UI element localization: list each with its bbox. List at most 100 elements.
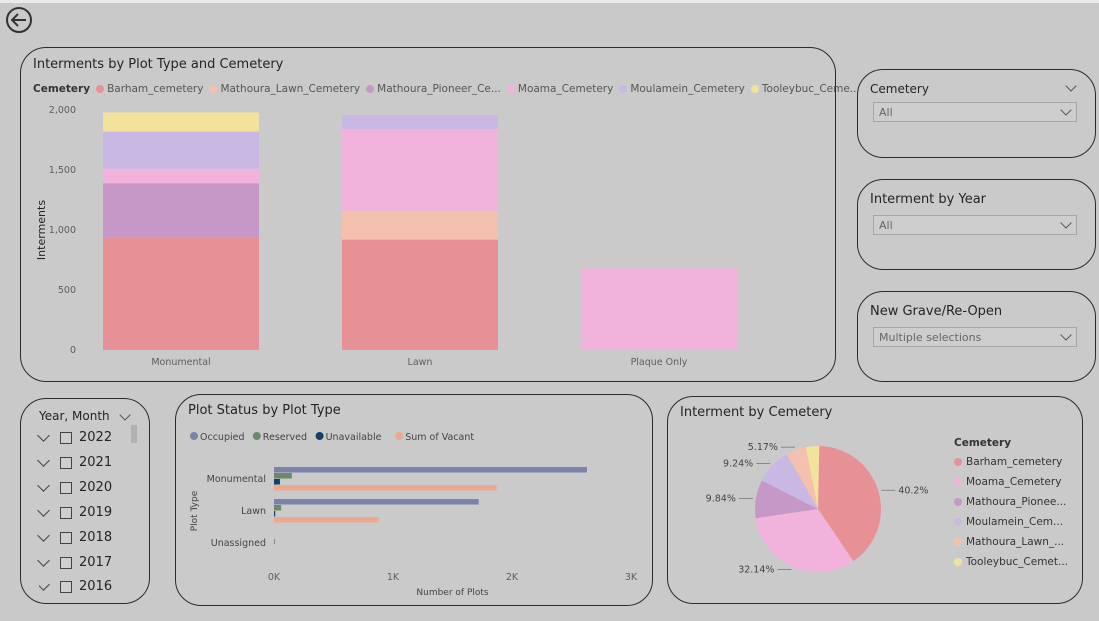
y-tick-label: 0 [70,345,76,356]
interment-pie-panel[interactable]: Interment by Cemetery 40.2% 32.14% 9.84% 9.… [667,396,1083,604]
legend-item[interactable]: Occupied [190,432,245,443]
legend-item[interactable]: Mathoura_Pionee... [954,496,1068,508]
year-label: 2016 [79,580,113,593]
grave-reopen-slicer: New Grave/Re-Open Multiple selections [857,291,1096,382]
bar-segment-moama-cemetery[interactable] [103,168,259,184]
year-checkbox[interactable] [60,580,72,593]
year-label: 2020 [79,480,113,495]
legend-item[interactable]: Barham_cemetery [954,456,1068,468]
data-label: 5.17% [748,442,778,453]
bar-sum-of-vacant[interactable] [274,485,497,491]
legend-item[interactable]: Moama_Cemetery [954,476,1068,488]
y-axis-label: Plot Type [190,490,200,531]
legend-dot [315,432,324,440]
y-tick-label: Unassigned [211,538,266,549]
bar-segment-moulamein-cemetery[interactable] [342,114,498,130]
legend-label: Tooleybuc_Cemet... [966,556,1069,568]
bar-segment-barham-cemetery[interactable] [342,239,498,350]
x-tick-label: 1K [387,572,400,583]
cemetery-dropdown[interactable]: All [873,102,1077,122]
year-row[interactable]: 2016 [39,580,112,593]
data-label: 32.14% [738,564,774,575]
bar-segment-barham-cemetery[interactable] [103,237,259,350]
bar-occupied[interactable] [274,467,587,473]
year-row[interactable]: 2022 [37,428,113,445]
legend-item[interactable]: Sum of Vacant [395,432,474,443]
year-checkbox[interactable] [60,531,72,544]
top-border [0,0,1099,3]
year-checkbox[interactable] [60,456,72,469]
interment-year-title: Interment by Year [870,192,987,207]
expand-chevron-icon[interactable] [37,528,50,542]
bar-segment-tooleybuc-ceme[interactable] [103,112,259,132]
data-label: 9.24% [723,458,753,469]
year-checkbox[interactable] [60,506,72,519]
legend-label: Mathoura_Pionee... [966,496,1067,508]
year-row[interactable]: 2021 [37,453,113,470]
bar-unavailable[interactable] [274,479,280,485]
legend-dot [954,518,962,526]
bar-sum-of-vacant[interactable] [274,517,379,523]
back-button[interactable] [6,7,32,33]
bar-segment-mathoura-pioneer-ce[interactable] [103,183,259,238]
pie-chart-title: Interment by Cemetery [680,405,833,420]
horizontal-bar-chart[interactable]: Occupied Reserved Unavailable Sum of Vacant… [176,423,650,603]
year-row[interactable]: 2020 [37,478,113,495]
bar-segment-mathoura-lawn-cemetery[interactable] [342,210,498,240]
pie-legend[interactable]: Cemetery Barham_cemetery Moama_Cemetery Mat… [954,437,1068,576]
expand-chevron-icon[interactable] [39,580,50,591]
expand-chevron-icon[interactable] [37,503,50,517]
y-tick-label: Lawn [241,506,266,517]
x-tick-label: 3K [625,572,638,583]
year-row[interactable]: 2017 [37,553,112,570]
expand-chevron-icon[interactable] [37,478,50,492]
year-checkbox[interactable] [60,481,72,494]
legend-label: Moama_Cemetery [966,476,1062,488]
y-tick-label: Monumental [207,474,266,485]
back-arrow-icon [11,13,26,27]
bar-reserved[interactable] [274,473,292,479]
legend-item[interactable]: Reserved [252,432,307,443]
bar-occupied[interactable] [274,499,479,505]
bar-unavailable[interactable] [274,511,276,517]
cemetery-slicer-title: Cemetery [870,82,929,96]
legend-item[interactable]: Mathoura_Lawn_... [954,536,1068,548]
expand-chevron-icon[interactable] [37,428,50,442]
pie-chart[interactable]: 40.2% 32.14% 9.84% 9.24% 5.17% [668,421,948,601]
stacked-bar-chart[interactable]: 2,000 1,500 1,000 500 0 Interments Monumental L… [21,88,833,378]
chevron-down-icon [1060,217,1072,229]
chevron-down-icon [1060,104,1072,116]
bar-segment-moama-cemetery[interactable] [581,268,737,350]
scrollbar[interactable] [131,425,137,443]
year-row[interactable]: 2019 [37,503,113,520]
legend-item[interactable]: Tooleybuc_Cemet... [954,556,1068,568]
year-checkbox[interactable] [60,431,72,444]
year-row[interactable]: 2018 [37,528,113,545]
interment-year-dropdown[interactable]: All [873,215,1077,235]
legend-dot [395,432,404,440]
bar-reserved[interactable] [274,505,282,511]
expand-chevron-icon[interactable] [37,553,50,567]
chevron-down-icon[interactable] [119,409,131,421]
year-checkbox[interactable] [60,556,72,569]
year-label: 2021 [79,455,113,470]
legend-item[interactable]: Unavailable [315,432,382,443]
interment-year-slicer: Interment by Year All [857,179,1096,270]
legend-item[interactable]: Moulamein_Cem... [954,516,1068,528]
bar-segment-moama-cemetery[interactable] [342,129,498,211]
plot-status-panel[interactable]: Plot Status by Plot Type Occupied Reserve… [175,394,653,606]
year-label: 2019 [79,505,113,520]
expand-chevron-icon[interactable] [37,453,50,467]
year-label: 2018 [79,530,113,545]
data-label: 9.84% [706,493,736,504]
grave-reopen-dropdown[interactable]: Multiple selections [873,327,1077,347]
year-month-title: Year, Month [39,409,110,423]
status-chart-title: Plot Status by Plot Type [188,403,341,418]
interments-chart-panel[interactable]: Interments by Plot Type and Cemetery Cem… [20,47,860,382]
legend-dot [954,498,962,506]
bar-segment-moulamein-cemetery[interactable] [103,131,259,169]
year-label: 2022 [79,430,113,445]
legend-label: Barham_cemetery [966,456,1063,468]
chevron-down-icon [1060,329,1072,341]
chevron-down-icon[interactable] [1065,80,1077,92]
